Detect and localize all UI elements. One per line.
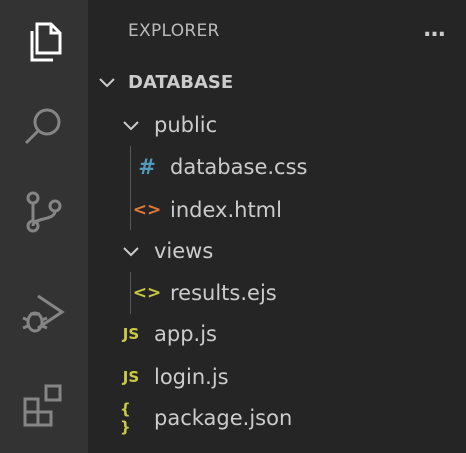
json-braces-icon: { }: [120, 400, 131, 436]
search-icon[interactable]: [0, 84, 88, 168]
tree-item-package-json[interactable]: { } package.json: [88, 397, 466, 439]
run-debug-icon[interactable]: [0, 272, 88, 356]
indent-guide: [130, 146, 131, 230]
tree-item-label: app.js: [154, 322, 217, 346]
chevron-down-icon: [123, 121, 139, 131]
tree-item-label: login.js: [154, 365, 229, 389]
explorer-sidebar: EXPLORER … DATABASE public # database.cs…: [88, 0, 466, 453]
tree-item-label: public: [154, 113, 218, 137]
tree-item-index-html[interactable]: <> index.html: [88, 189, 466, 231]
tree-item-views[interactable]: views: [88, 230, 466, 272]
hash-icon: #: [138, 155, 156, 179]
tree-item-label: index.html: [170, 198, 282, 222]
tree-item-login-js[interactable]: JS login.js: [88, 356, 466, 398]
extensions-icon[interactable]: [0, 362, 88, 446]
tree-item-app-js[interactable]: JS app.js: [88, 313, 466, 355]
explorer-icon[interactable]: [0, 0, 88, 84]
tree-item-label: database.css: [170, 155, 308, 179]
tree-item-results-ejs[interactable]: <> results.ejs: [88, 272, 466, 314]
js-icon: JS: [122, 325, 140, 343]
js-icon: JS: [122, 368, 140, 386]
tree-item-public[interactable]: public: [88, 104, 466, 146]
activity-bar: [0, 0, 88, 453]
tree-item-label: package.json: [154, 406, 293, 430]
chevron-down-icon: [123, 247, 139, 257]
chevron-down-icon: [99, 78, 115, 88]
tree-item-label: results.ejs: [170, 281, 277, 305]
source-control-icon[interactable]: [0, 170, 88, 254]
more-actions-button[interactable]: …: [420, 14, 450, 44]
sidebar-title: EXPLORER: [128, 21, 220, 41]
html-brackets-icon: <>: [132, 200, 162, 220]
root-folder-label: DATABASE: [128, 71, 234, 93]
tree-item-label: views: [154, 239, 214, 263]
folder-root[interactable]: DATABASE: [88, 61, 466, 103]
tree-item-database-css[interactable]: # database.css: [88, 146, 466, 188]
ejs-brackets-icon: <>: [132, 283, 162, 303]
indent-guide: [130, 272, 131, 314]
